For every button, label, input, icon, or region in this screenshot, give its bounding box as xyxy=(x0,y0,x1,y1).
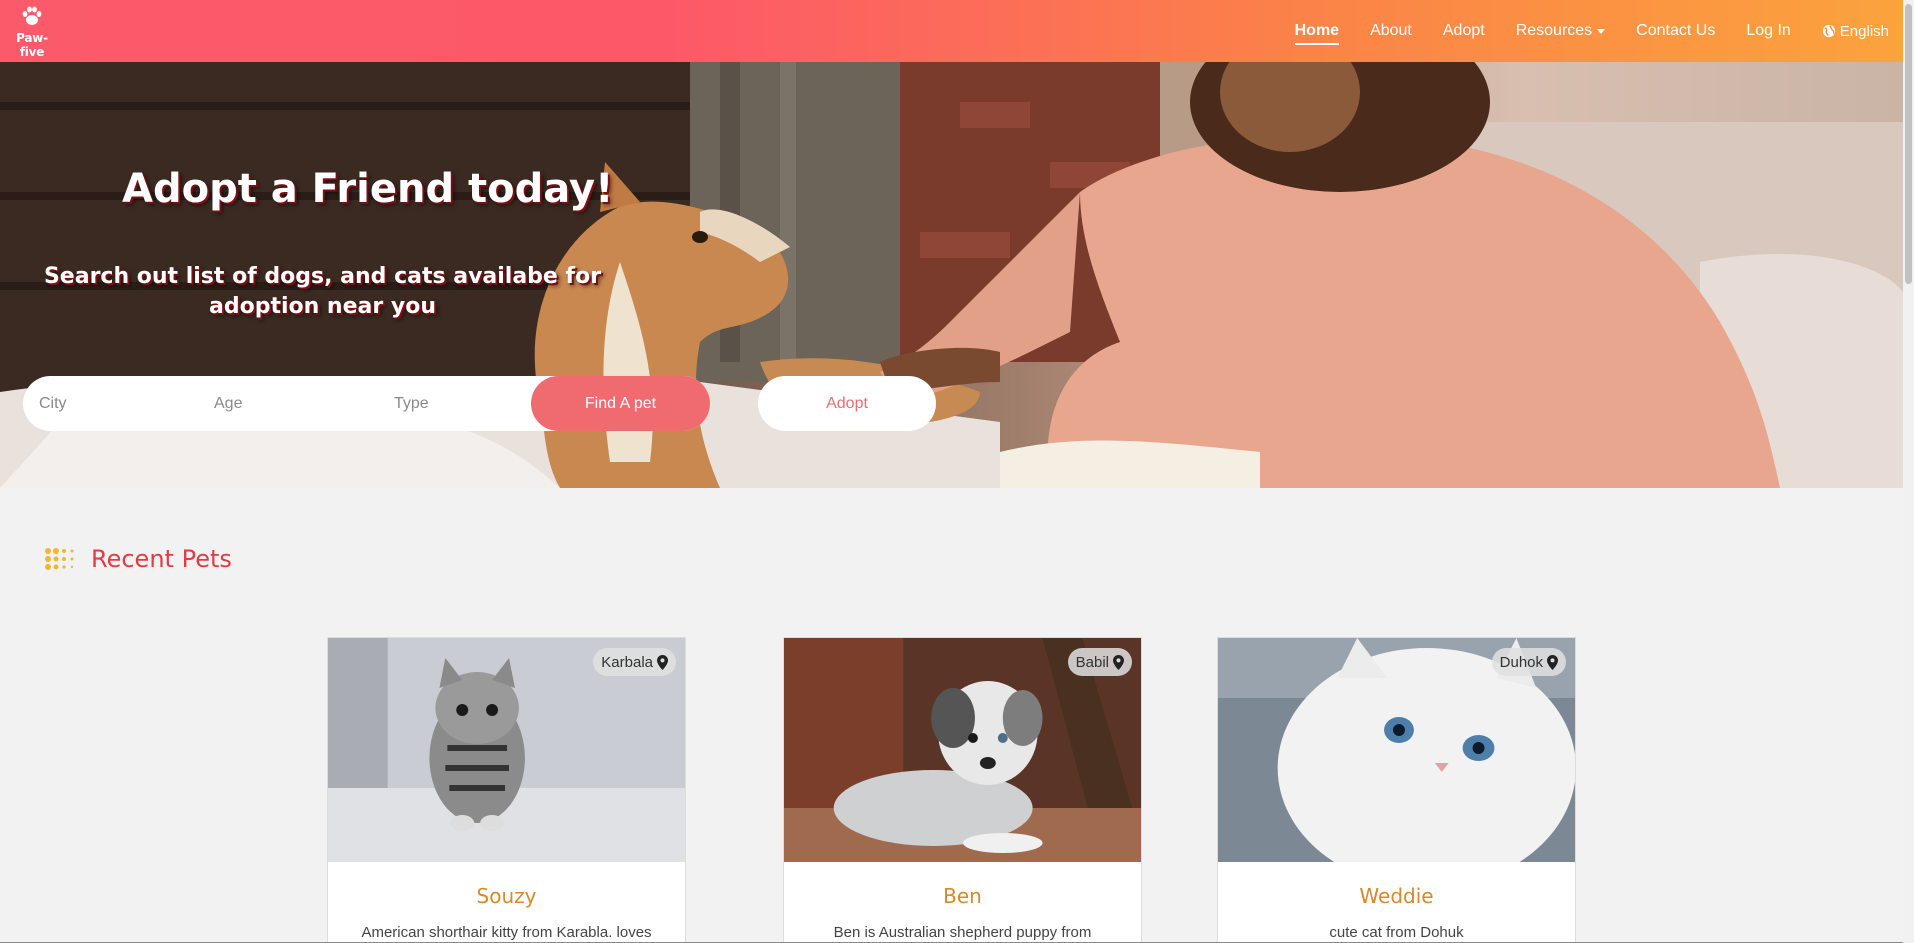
location-label: Duhok xyxy=(1499,653,1543,671)
globe-icon xyxy=(1822,24,1835,38)
pet-description: cute cat from Dohuk xyxy=(1329,924,1464,941)
vertical-scrollbar[interactable] xyxy=(1903,0,1914,943)
location-badge: Duhok xyxy=(1491,648,1566,676)
language-label: English xyxy=(1839,22,1889,40)
paw-icon xyxy=(22,6,42,25)
pet-name[interactable]: Weddie xyxy=(1218,884,1575,908)
nav-about[interactable]: About xyxy=(1370,22,1412,40)
hero-title: Adopt a Friend today! xyxy=(122,166,614,212)
nav-login[interactable]: Log In xyxy=(1746,22,1790,40)
pet-photo: Duhok xyxy=(1218,638,1575,862)
city-input[interactable] xyxy=(23,376,198,431)
type-input[interactable] xyxy=(378,376,554,431)
hero-subtitle: Search out list of dogs, and cats availa… xyxy=(43,264,602,319)
pet-card-ben[interactable]: Babil Ben Ben is Australian shepherd pup… xyxy=(783,637,1142,943)
age-input[interactable] xyxy=(198,376,378,431)
pet-name[interactable]: Ben xyxy=(784,884,1141,908)
hero-banner: Adopt a Friend today! Search out list of… xyxy=(0,62,1903,488)
scrollbar-thumb[interactable] xyxy=(1905,4,1912,284)
pet-description: Ben is Australian shepherd puppy from xyxy=(833,924,1092,941)
map-pin-icon xyxy=(1113,654,1124,670)
location-label: Karbala xyxy=(601,653,653,671)
pet-photo: Babil xyxy=(784,638,1141,862)
pet-photo: Karbala xyxy=(328,638,685,862)
pet-name[interactable]: Souzy xyxy=(328,884,685,908)
language-switcher[interactable]: English xyxy=(1822,23,1889,40)
adopt-button[interactable]: Adopt xyxy=(758,376,936,431)
nav-resources-label: Resources xyxy=(1515,22,1593,39)
pet-card-souzy[interactable]: Karbala Souzy American shorthair kitty f… xyxy=(327,637,686,943)
location-badge: Babil xyxy=(1067,648,1132,676)
map-pin-icon xyxy=(657,654,668,670)
navbar: Paw-five Home About Adopt Resources Cont… xyxy=(0,0,1903,62)
nav-resources-dropdown[interactable]: Resources xyxy=(1515,22,1606,40)
nav-home[interactable]: Home xyxy=(1294,22,1340,45)
location-badge: Karbala xyxy=(593,648,676,676)
brand-name: Paw-five xyxy=(16,31,48,59)
nav-contact[interactable]: Contact Us xyxy=(1636,22,1715,40)
nav-menu: Home About Adopt Resources Contact Us Lo… xyxy=(1264,0,1889,62)
caret-down-icon xyxy=(1597,28,1606,34)
pet-search-bar: Find A pet xyxy=(23,376,710,431)
recent-pets-header: Recent Pets xyxy=(44,545,232,573)
nav-adopt[interactable]: Adopt xyxy=(1443,22,1485,40)
recent-pets-title: Recent Pets xyxy=(91,545,232,573)
dots-grid-icon xyxy=(45,548,74,570)
find-pet-button[interactable]: Find A pet xyxy=(531,376,710,431)
location-label: Babil xyxy=(1075,653,1109,671)
pet-description: American shorthair kitty from Karabla. l… xyxy=(361,924,652,941)
brand-logo[interactable]: Paw-five xyxy=(4,4,60,59)
pet-card-weddie[interactable]: Duhok Weddie cute cat from Dohuk xyxy=(1217,637,1576,943)
map-pin-icon xyxy=(1547,654,1558,670)
